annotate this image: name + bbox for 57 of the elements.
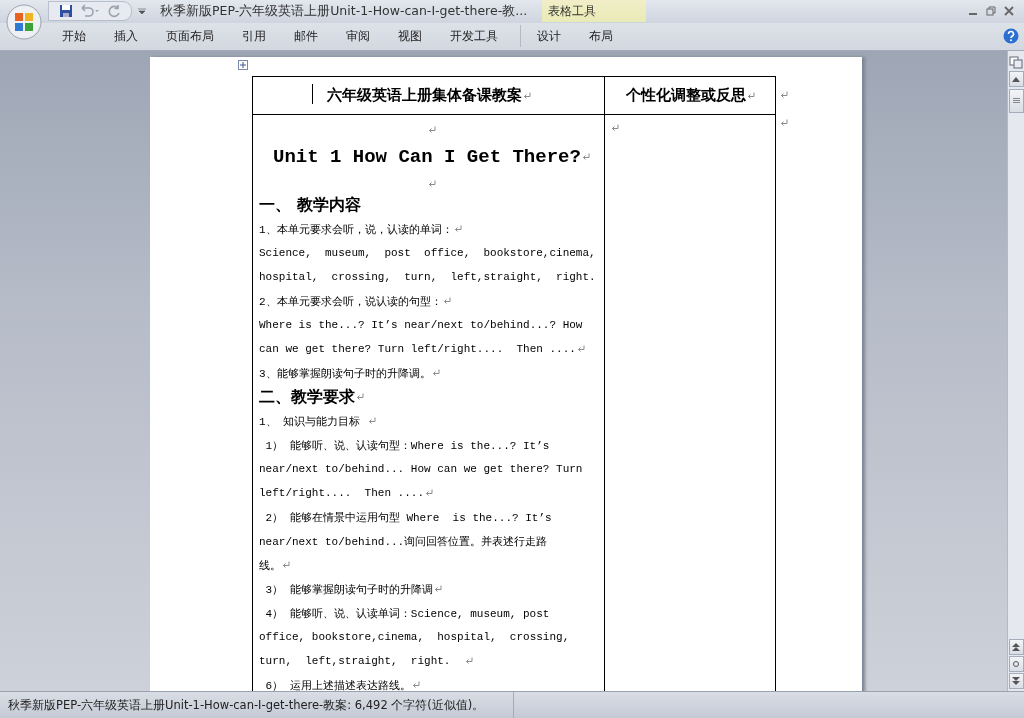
ribbon-tab[interactable]: 设计 — [523, 25, 575, 47]
body-text: 6） 运用上述描述表达路线。 — [264, 678, 411, 691]
section-heading: 二、教学要求 — [259, 386, 355, 408]
body-text: near/next to/behind... How can we get there? Turn — [259, 463, 583, 475]
restore-icon[interactable] — [986, 6, 996, 16]
body-text: office, bookstore,cinema, hospital, crossing, — [259, 631, 570, 643]
ribbon-tab[interactable]: 开始 — [48, 25, 100, 47]
table-move-handle-icon[interactable] — [238, 60, 248, 70]
help-icon[interactable] — [1003, 28, 1019, 44]
save-icon[interactable] — [59, 4, 73, 18]
scroll-up-button[interactable] — [1008, 71, 1024, 87]
table-header: 六年级英语上册集体备课教案 — [326, 86, 522, 105]
grip-icon — [1012, 98, 1020, 104]
ribbon-tab[interactable]: 页面布局 — [152, 25, 228, 47]
body-text: 3、能够掌握朗读句子时的升降调。 — [259, 366, 431, 381]
status-text: 秋季新版PEP-六年级英语上册Unit-1-How-can-I-get-there-教案: 6,492 个字符(近似值)。 — [8, 697, 485, 713]
ribbon-tab[interactable]: 引用 — [228, 25, 280, 47]
ribbon-tab[interactable]: 邮件 — [280, 25, 332, 47]
section-heading: 一、 教学内容 — [259, 194, 361, 216]
body-text: left/right.... Then .... — [259, 487, 425, 499]
office-button[interactable] — [6, 4, 42, 40]
body-text: 2、本单元要求会听，说认读的句型： — [259, 294, 442, 309]
scrollbar-thumb[interactable] — [1008, 89, 1024, 113]
window-title: 秋季新版PEP-六年级英语上册Unit-1-How-can-I-get-there-教... — [160, 2, 528, 20]
browse-object-button[interactable] — [1008, 656, 1024, 672]
previous-page-button[interactable] — [1008, 639, 1024, 655]
ribbon-tab[interactable]: 插入 — [100, 25, 152, 47]
row-end-mark-icon — [780, 119, 788, 127]
row-end-mark-icon — [780, 91, 788, 99]
ribbon-tab[interactable]: 布局 — [575, 25, 627, 47]
body-text: 2） 能够在情景中运用句型 Where is the...? It’s — [264, 510, 552, 525]
table-header: 个性化调整或反思 — [625, 86, 746, 105]
double-down-arrow-icon — [1012, 677, 1020, 685]
ribbon-tab[interactable]: 视图 — [384, 25, 436, 47]
context-tab-group: 表格工具 — [542, 0, 647, 22]
next-page-button[interactable] — [1008, 673, 1024, 689]
document-title: Unit 1 How Can I Get There? — [273, 146, 581, 168]
up-arrow-icon — [1012, 76, 1020, 82]
close-icon[interactable] — [1004, 6, 1014, 16]
body-text: 线。 — [259, 558, 281, 573]
circle-icon — [1013, 661, 1019, 667]
ribbon-tab[interactable]: 审阅 — [332, 25, 384, 47]
body-text: 1） 能够听、说、认读句型：Where is the...? It’s — [264, 438, 550, 453]
dropdown-icon[interactable] — [138, 8, 146, 14]
double-up-arrow-icon — [1012, 643, 1020, 651]
body-text: 1、 知识与能力目标 — [259, 414, 362, 429]
body-text: Where is the...? It’s near/next to/behind...? How — [259, 319, 583, 331]
body-text: can we get there? Turn left/right.... Then .... — [259, 343, 576, 355]
body-text: near/next to/behind...询问回答位置。并表述行走路 — [259, 534, 548, 549]
ruler-toggle-icon[interactable] — [1009, 55, 1023, 69]
body-text: 4） 能够听、说、认读单词：Science, museum, post — [264, 606, 550, 621]
body-text: hospital, crossing, turn, left,straight, right. — [259, 271, 596, 283]
body-text: Science, museum, post office, bookstore,cinema, — [259, 247, 596, 259]
body-text: turn, left,straight, right. — [259, 655, 452, 667]
body-text: 1、本单元要求会听，说，认读的单词： — [259, 222, 453, 237]
body-text: 3） 能够掌握朗读句子时的升降调 — [264, 582, 433, 597]
ribbon-tab[interactable]: 开发工具 — [436, 25, 512, 47]
